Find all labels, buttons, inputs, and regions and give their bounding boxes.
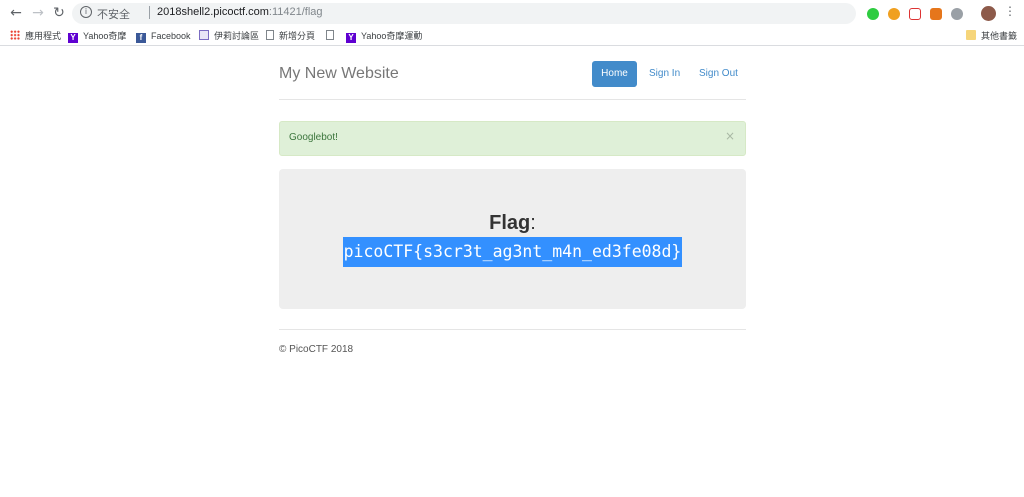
extension-circle-icon[interactable] xyxy=(951,8,963,20)
footer-divider xyxy=(279,329,746,330)
address-bar[interactable]: i 不安全 2018shell2.picoctf.com:11421/flag … xyxy=(72,3,920,24)
url-host: 2018shell2.picoctf.com xyxy=(157,6,269,18)
site-title: My New Website xyxy=(279,65,399,82)
browser-toolbar: ← → ↻ i 不安全 2018shell2.picoctf.com:11421… xyxy=(0,0,1024,28)
extension-cookie-icon[interactable] xyxy=(888,8,900,20)
facebook-icon: f xyxy=(136,33,146,43)
address-divider xyxy=(149,6,150,19)
reload-icon[interactable]: ↻ xyxy=(51,5,67,21)
flag-label: Flag xyxy=(489,212,531,234)
bookmark-label: Yahoo奇摩 xyxy=(83,31,127,41)
bookmark-yahoo[interactable]: Y Yahoo奇摩 xyxy=(68,29,126,43)
forum-icon xyxy=(199,30,209,40)
forward-icon[interactable]: → xyxy=(30,5,46,21)
page-icon xyxy=(326,30,334,40)
bookmark-blank[interactable] xyxy=(326,29,339,43)
nav-sign-in-link[interactable]: Sign In xyxy=(649,61,680,87)
back-icon[interactable]: ← xyxy=(8,5,24,21)
bookmark-facebook[interactable]: f Facebook xyxy=(136,29,191,43)
bookmark-label: Facebook xyxy=(151,31,191,41)
bookmarks-bar: 應用程式 Y Yahoo奇摩 f Facebook 伊莉討論區 新增分頁 Y Yaho… xyxy=(0,28,1024,45)
nav-sign-out-link[interactable]: Sign Out xyxy=(699,61,738,87)
nav-home-button[interactable]: Home xyxy=(592,61,637,87)
profile-avatar[interactable] xyxy=(981,6,996,21)
page-icon xyxy=(266,30,274,40)
extension-line-icon[interactable] xyxy=(867,8,879,20)
security-status: 不安全 xyxy=(97,9,130,21)
bookmark-label: 伊莉討論區 xyxy=(214,31,260,41)
success-alert: Googlebot! × xyxy=(279,121,746,156)
bookmark-label: 其他書籤 xyxy=(981,31,1018,41)
bookmark-label: Yahoo奇摩運動 xyxy=(361,31,423,41)
bookmark-other[interactable]: 其他書籤 xyxy=(966,29,1017,43)
bookmark-label: 新增分頁 xyxy=(279,31,316,41)
info-icon[interactable]: i xyxy=(80,6,92,18)
yahoo-icon: Y xyxy=(346,33,356,43)
site-header: My New Website Home Sign In Sign Out xyxy=(279,60,746,100)
browser-menu-icon[interactable]: ⋮ xyxy=(1004,4,1016,18)
close-icon[interactable]: × xyxy=(725,129,735,143)
flag-value-row: picoCTF{s3cr3t_ag3nt_m4n_ed3fe08d} xyxy=(279,237,746,267)
yahoo-icon: Y xyxy=(68,33,78,43)
bookmark-new-tab[interactable]: 新增分頁 xyxy=(266,29,315,43)
footer-text: © PicoCTF 2018 xyxy=(279,344,354,355)
url-path: :11421/flag xyxy=(268,6,323,18)
flag-panel: Flag: picoCTF{s3cr3t_ag3nt_m4n_ed3fe08d} xyxy=(279,169,746,309)
url-text[interactable]: 2018shell2.picoctf.com:11421/flag xyxy=(157,6,323,18)
extension-calendar-icon[interactable] xyxy=(909,8,921,20)
bookmark-yahoo-sports[interactable]: Y Yahoo奇摩運動 xyxy=(346,29,422,43)
flag-heading: Flag: xyxy=(279,212,746,235)
folder-icon xyxy=(966,30,976,40)
flag-colon: : xyxy=(530,212,536,234)
extension-q-icon[interactable] xyxy=(930,8,942,20)
bookmark-apps[interactable]: 應用程式 xyxy=(10,29,61,43)
bookmark-forum[interactable]: 伊莉討論區 xyxy=(199,29,259,43)
flag-value[interactable]: picoCTF{s3cr3t_ag3nt_m4n_ed3fe08d} xyxy=(342,237,683,267)
apps-icon xyxy=(10,30,20,40)
bookmark-label: 應用程式 xyxy=(25,31,62,41)
alert-message: Googlebot! xyxy=(289,132,338,143)
browser-chrome: ← → ↻ i 不安全 2018shell2.picoctf.com:11421… xyxy=(0,0,1024,46)
